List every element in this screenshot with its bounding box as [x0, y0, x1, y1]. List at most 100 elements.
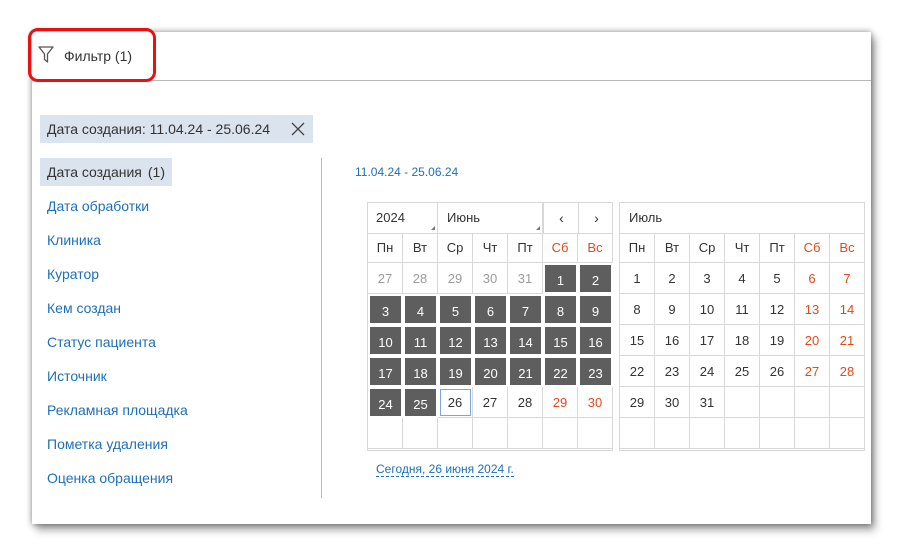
- calendar-day[interactable]: 19: [438, 356, 473, 387]
- calendar-day[interactable]: 17: [368, 356, 403, 387]
- calendar-day[interactable]: 21: [508, 356, 543, 387]
- calendar-header: Июль: [620, 203, 864, 234]
- calendar-day[interactable]: 24: [690, 356, 725, 387]
- calendar-day[interactable]: 26: [438, 387, 473, 418]
- calendar-day[interactable]: 28: [403, 263, 438, 294]
- calendar-day[interactable]: 12: [438, 325, 473, 356]
- calendar-day[interactable]: 6: [795, 263, 830, 294]
- calendar-day[interactable]: 7: [830, 263, 865, 294]
- calendar-day[interactable]: 20: [795, 325, 830, 356]
- calendar-day[interactable]: 22: [620, 356, 655, 387]
- calendar-day[interactable]: 3: [368, 294, 403, 325]
- filter-field-item[interactable]: Источник: [40, 362, 114, 390]
- calendar-day[interactable]: 30: [655, 387, 690, 418]
- today-link[interactable]: Сегодня, 26 июня 2024 г.: [376, 462, 514, 477]
- calendar-day[interactable]: 1: [543, 263, 578, 294]
- calendar-day[interactable]: 1: [620, 263, 655, 294]
- calendar-day[interactable]: 18: [403, 356, 438, 387]
- calendar-day[interactable]: 19: [760, 325, 795, 356]
- calendar-empty-cell: [438, 418, 473, 449]
- calendar-day[interactable]: 23: [578, 356, 613, 387]
- calendar-day[interactable]: 8: [543, 294, 578, 325]
- calendar-day[interactable]: 29: [543, 387, 578, 418]
- filter-field-item[interactable]: Дата обработки: [40, 192, 156, 220]
- calendar-day[interactable]: 27: [473, 387, 508, 418]
- calendar-day[interactable]: 13: [473, 325, 508, 356]
- calendar-day[interactable]: 7: [508, 294, 543, 325]
- calendar-day[interactable]: 31: [508, 263, 543, 294]
- calendar-day[interactable]: 9: [578, 294, 613, 325]
- calendar-day[interactable]: 28: [508, 387, 543, 418]
- filter-field-item[interactable]: Статус пациента: [40, 328, 163, 356]
- calendar-day[interactable]: 25: [403, 387, 438, 418]
- calendar-day[interactable]: 25: [725, 356, 760, 387]
- calendar-day[interactable]: 14: [830, 294, 865, 325]
- calendar-day[interactable]: 27: [795, 356, 830, 387]
- calendar-day[interactable]: 26: [760, 356, 795, 387]
- calendar-day[interactable]: 10: [690, 294, 725, 325]
- month-title: Июль: [620, 203, 820, 233]
- calendar-day[interactable]: 8: [620, 294, 655, 325]
- filter-field-label: Дата создания: [47, 164, 142, 180]
- weekday-label: Чт: [473, 233, 508, 263]
- calendar-day[interactable]: 29: [620, 387, 655, 418]
- filter-field-item[interactable]: Пометка удаления: [40, 430, 175, 458]
- filter-field-label: Источник: [47, 368, 107, 384]
- calendar-day[interactable]: 10: [368, 325, 403, 356]
- calendar-day[interactable]: 30: [473, 263, 508, 294]
- filter-field-item[interactable]: Рекламная площадка: [40, 396, 195, 424]
- filter-field-item[interactable]: Клиника: [40, 226, 108, 254]
- calendar-empty-cell: [620, 418, 655, 449]
- calendar-day[interactable]: 4: [725, 263, 760, 294]
- weekday-label: Сб: [795, 233, 830, 263]
- calendar-day[interactable]: 12: [760, 294, 795, 325]
- calendar-day[interactable]: 13: [795, 294, 830, 325]
- calendar-day[interactable]: 2: [655, 263, 690, 294]
- filter-field-item[interactable]: Дата создания (1): [40, 158, 173, 186]
- calendar-day[interactable]: 6: [473, 294, 508, 325]
- calendar-empty-cell: [368, 418, 403, 449]
- calendar-day[interactable]: 30: [578, 387, 613, 418]
- weekday-label: Чт: [725, 233, 760, 263]
- weekday-label: Вт: [655, 233, 690, 263]
- calendar-day[interactable]: 2: [578, 263, 613, 294]
- calendar-day[interactable]: 31: [690, 387, 725, 418]
- filter-button[interactable]: Фильтр (1): [32, 34, 160, 78]
- calendar-day[interactable]: 18: [725, 325, 760, 356]
- calendar-day[interactable]: 15: [543, 325, 578, 356]
- calendar-day[interactable]: 24: [368, 387, 403, 418]
- month-select[interactable]: Июнь: [438, 203, 543, 233]
- calendar-day[interactable]: 16: [578, 325, 613, 356]
- calendar-day[interactable]: 23: [655, 356, 690, 387]
- calendar-day[interactable]: 4: [403, 294, 438, 325]
- prev-month-button[interactable]: ‹: [543, 203, 579, 233]
- calendar-day[interactable]: 15: [620, 325, 655, 356]
- calendar-day[interactable]: 14: [508, 325, 543, 356]
- filter-field-item[interactable]: Куратор: [40, 260, 106, 288]
- calendar-day[interactable]: 5: [760, 263, 795, 294]
- filter-field-item[interactable]: Кем создан: [40, 294, 128, 322]
- next-month-button[interactable]: ›: [578, 203, 614, 233]
- calendar-day[interactable]: 3: [690, 263, 725, 294]
- calendar-day[interactable]: 27: [368, 263, 403, 294]
- filter-field-label: Рекламная площадка: [47, 402, 188, 418]
- calendar-day[interactable]: 11: [725, 294, 760, 325]
- calendar-day[interactable]: 16: [655, 325, 690, 356]
- calendar-day[interactable]: 29: [438, 263, 473, 294]
- calendar-empty-cell: [403, 418, 438, 449]
- calendar-day[interactable]: 17: [690, 325, 725, 356]
- calendar-day[interactable]: 22: [543, 356, 578, 387]
- calendar-day[interactable]: 21: [830, 325, 865, 356]
- calendar-day[interactable]: 11: [403, 325, 438, 356]
- weekday-label: Пт: [508, 233, 543, 263]
- calendar-day[interactable]: 9: [655, 294, 690, 325]
- calendar-day[interactable]: 28: [830, 356, 865, 387]
- filter-field-label: Пометка удаления: [47, 436, 168, 452]
- calendar-day[interactable]: 20: [473, 356, 508, 387]
- close-icon[interactable]: [291, 122, 305, 136]
- calendar-empty-cell: [725, 387, 760, 418]
- filter-field-item[interactable]: Оценка обращения: [40, 464, 180, 492]
- calendar-day[interactable]: 5: [438, 294, 473, 325]
- year-select[interactable]: 2024: [368, 203, 438, 233]
- month-value: Июнь: [447, 210, 481, 225]
